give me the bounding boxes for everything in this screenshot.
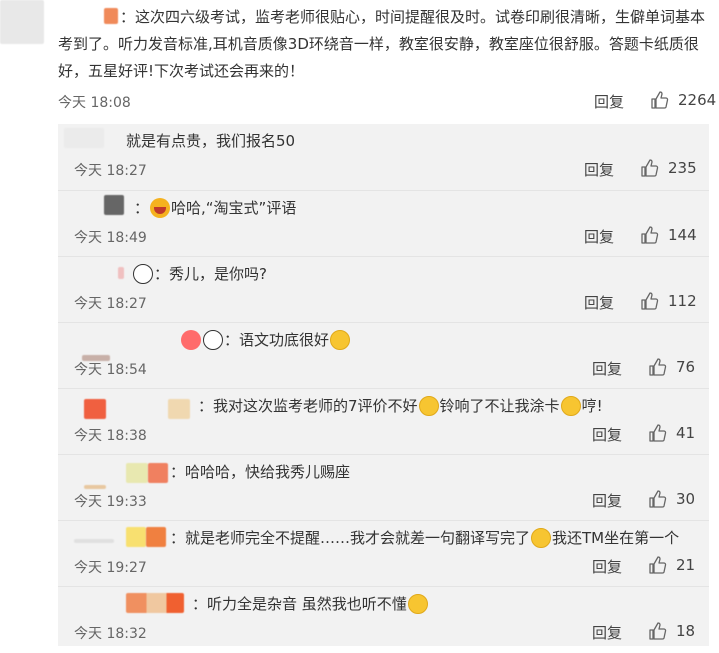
reply-time: 今天 19:33	[74, 494, 147, 510]
reply-text: ： 哈哈,“淘宝式”评语	[134, 197, 296, 218]
thumbs-up-icon	[641, 226, 659, 244]
reply-text-part: ：秀儿，是你吗?	[154, 265, 267, 283]
avatar[interactable]	[104, 195, 124, 215]
reply-text: ：听力全是杂音 虽然我也听不懂	[192, 593, 429, 614]
reply-button[interactable]: 回复	[584, 292, 614, 313]
thinking-emoji-icon	[418, 395, 439, 416]
like-button[interactable]: 76	[648, 357, 695, 377]
reply-text: ：哈哈哈，快给我秀儿赐座	[170, 461, 350, 482]
like-count: 144	[668, 226, 697, 244]
reply-time: 今天 19:27	[74, 560, 147, 576]
reply-text-part: ：听力全是杂音 虽然我也听不懂	[192, 595, 407, 613]
avatar-blurred[interactable]	[84, 485, 106, 489]
thumbs-up-icon	[651, 91, 669, 109]
reply-button[interactable]: 回复	[584, 159, 614, 180]
like-count: 2264	[678, 91, 717, 109]
thumbs-up-icon	[649, 622, 667, 640]
reply-text-part: 我还TM坐在第一个	[552, 529, 680, 547]
reply-text-part: ：我对这次监考老师的7评价不好	[198, 397, 418, 415]
avatar[interactable]	[126, 463, 148, 483]
like-count: 21	[676, 556, 696, 574]
reply-text: ：就是老师完全不提醒……我才会就差一句翻译写完了 我还TM坐在第一个	[170, 527, 679, 548]
avatar[interactable]	[126, 527, 146, 547]
avatar[interactable]	[84, 399, 106, 419]
reply-item: ：听力全是杂音 虽然我也听不懂 今天 18:32 回复 18	[58, 586, 709, 653]
like-button[interactable]: 21	[648, 555, 695, 575]
angry-emoji-icon	[560, 395, 581, 416]
comment-time: 今天 18:08	[58, 95, 131, 111]
shocked-emoji-icon	[531, 527, 552, 548]
cat-emoji-icon	[407, 593, 428, 614]
reply-text: 就是有点贵，我们报名50	[126, 130, 295, 151]
avatar[interactable]	[118, 267, 124, 279]
reply-text: ：秀儿，是你吗?	[132, 263, 267, 284]
reply-button[interactable]: 回复	[592, 556, 622, 577]
like-button[interactable]: 144	[640, 225, 697, 245]
reply-text-part: ：就是老师完全不提醒……我才会就差一句翻译写完了	[170, 529, 531, 547]
thumbs-up-icon	[649, 424, 667, 442]
reply-button[interactable]: 回复	[592, 424, 622, 445]
thumbs-up-icon	[649, 490, 667, 508]
reply-button[interactable]: 回复	[592, 358, 622, 379]
like-count: 30	[676, 490, 696, 508]
reply-item: ：语文功底很好 今天 18:54 回复 76	[58, 322, 709, 389]
reply-button[interactable]: 回复	[592, 490, 622, 511]
reply-text-part: ：	[134, 199, 150, 217]
reply-time: 今天 18:27	[74, 296, 147, 312]
reply-button[interactable]: 回复	[584, 226, 614, 247]
laughing-emoji-icon	[330, 329, 351, 350]
like-button[interactable]: 41	[648, 423, 695, 443]
panda-emoji-icon	[133, 263, 153, 284]
like-count: 235	[668, 159, 697, 177]
like-button[interactable]: 235	[640, 158, 697, 178]
like-button[interactable]: 112	[640, 291, 697, 311]
like-count: 112	[668, 292, 697, 310]
like-button[interactable]: 30	[648, 489, 695, 509]
thumbs-up-icon	[641, 292, 659, 310]
reply-time: 今天 18:49	[74, 230, 147, 246]
reply-text: ：语文功底很好	[180, 329, 351, 350]
reply-time: 今天 18:54	[74, 362, 147, 378]
thumbs-up-icon	[649, 358, 667, 376]
reply-text-part: ：哈哈哈，快给我秀儿赐座	[170, 463, 351, 481]
reply-text-part: ：语文功底很好	[224, 331, 330, 349]
username-blurred[interactable]	[168, 399, 190, 419]
reply-time: 今天 18:32	[74, 626, 147, 642]
reply-text-part: 铃响了不让我涂卡	[439, 397, 560, 415]
reply-text-part: 哈哈,“淘宝式”评语	[171, 199, 297, 217]
reply-text: ：我对这次监考老师的7评价不好 铃响了不让我涂卡 哼!	[198, 395, 603, 416]
replies-list: 就是有点贵，我们报名50 今天 18:27 回复 235 ： 哈哈,“淘宝式”评…	[58, 124, 709, 646]
thumbs-up-icon	[649, 556, 667, 574]
comment-text: ：这次四六级考试，监考老师很贴心，时间提醒很及时。试卷印刷很清晰，生僻单词基本考…	[58, 8, 706, 80]
reply-text-part: 哼!	[581, 397, 603, 415]
reply-item: ：秀儿，是你吗? 今天 18:27 回复 112	[58, 256, 709, 323]
like-button[interactable]: 2264	[650, 90, 716, 110]
username-blurred[interactable]	[148, 463, 168, 483]
username-blurred[interactable]	[146, 527, 166, 547]
reply-item: ：就是老师完全不提醒……我才会就差一句翻译写完了 我还TM坐在第一个 今天 19…	[58, 520, 709, 587]
reply-time: 今天 18:27	[74, 163, 147, 179]
panda-emoji-icon	[203, 329, 223, 350]
avatar-blurred[interactable]	[74, 539, 114, 543]
reply-item: 就是有点贵，我们报名50 今天 18:27 回复 235	[58, 124, 709, 190]
heart-badge-icon	[181, 329, 201, 350]
reply-item: ： 哈哈,“淘宝式”评语 今天 18:49 回复 144	[58, 190, 709, 257]
like-count: 18	[676, 622, 696, 640]
reply-item: ：我对这次监考老师的7评价不好 铃响了不让我涂卡 哼! 今天 18:38 回复 …	[58, 388, 709, 455]
reply-time: 今天 18:38	[74, 428, 147, 444]
avatar[interactable]	[64, 128, 104, 148]
avatar[interactable]	[0, 0, 44, 44]
reply-button[interactable]: 回复	[592, 622, 622, 643]
reply-text-content: 就是有点贵，我们报名50	[126, 132, 296, 150]
like-count: 41	[676, 424, 696, 442]
like-count: 76	[676, 358, 696, 376]
laugh-emoji-icon	[150, 197, 171, 218]
reply-item: ：哈哈哈，快给我秀儿赐座 今天 19:33 回复 30	[58, 454, 709, 521]
main-comment: ：这次四六级考试，监考老师很贴心，时间提醒很及时。试卷印刷很清晰，生僻单词基本考…	[0, 0, 719, 116]
avatar[interactable]	[126, 593, 184, 613]
reply-button[interactable]: 回复	[594, 91, 624, 112]
like-button[interactable]: 18	[648, 621, 695, 641]
thumbs-up-icon	[641, 159, 659, 177]
